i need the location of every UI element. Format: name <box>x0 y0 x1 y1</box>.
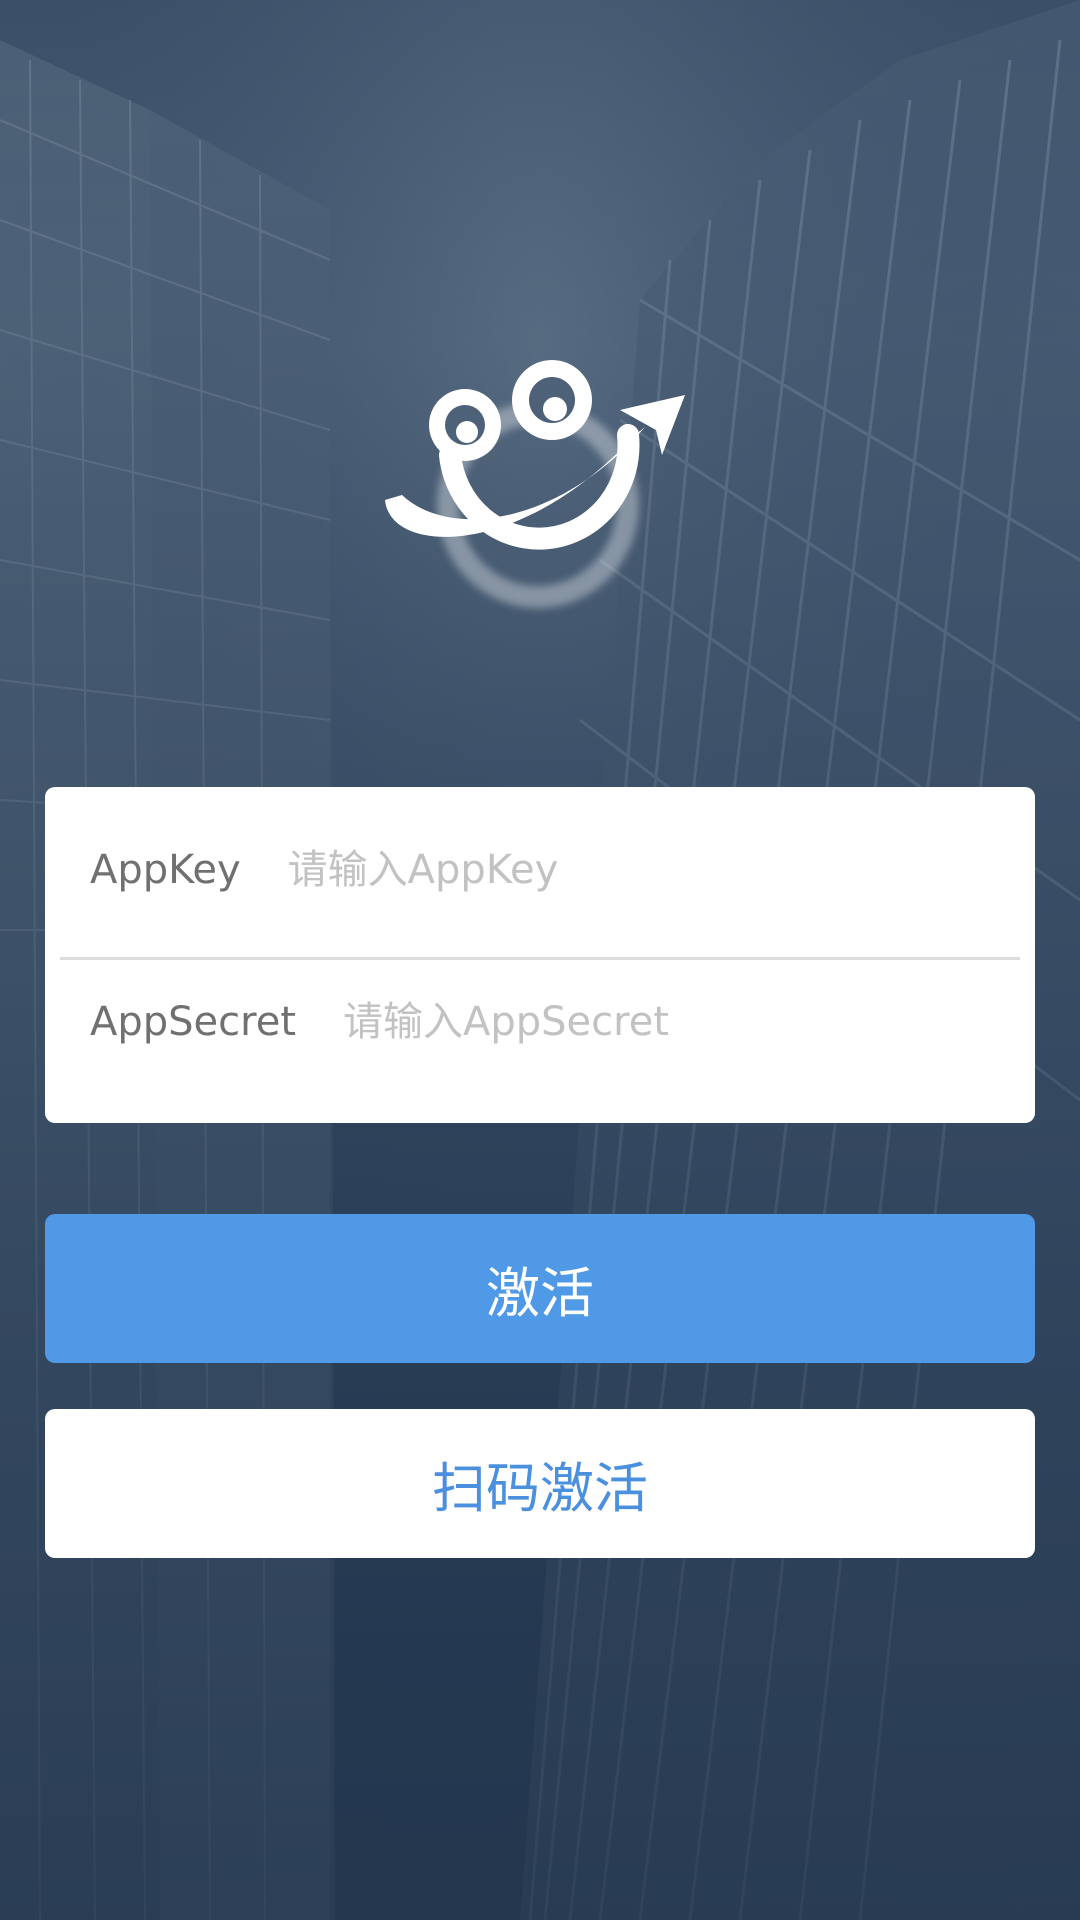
appkey-row: AppKey <box>45 795 1035 945</box>
appsecret-row: AppSecret <box>45 947 1035 1097</box>
activation-form-card: AppKey AppSecret <box>45 787 1035 1123</box>
activate-button[interactable]: 激活 <box>45 1214 1035 1363</box>
activate-button-label: 激活 <box>486 1262 594 1325</box>
appkey-input[interactable] <box>287 847 888 893</box>
scan-activate-button[interactable]: 扫码激活 <box>45 1409 1035 1558</box>
scan-activate-button-label: 扫码激活 <box>432 1457 648 1520</box>
appsecret-input[interactable] <box>343 999 943 1045</box>
appsecret-label: AppSecret <box>90 999 296 1045</box>
smiley-frog-logo-icon <box>380 355 690 615</box>
appkey-label: AppKey <box>90 847 241 893</box>
